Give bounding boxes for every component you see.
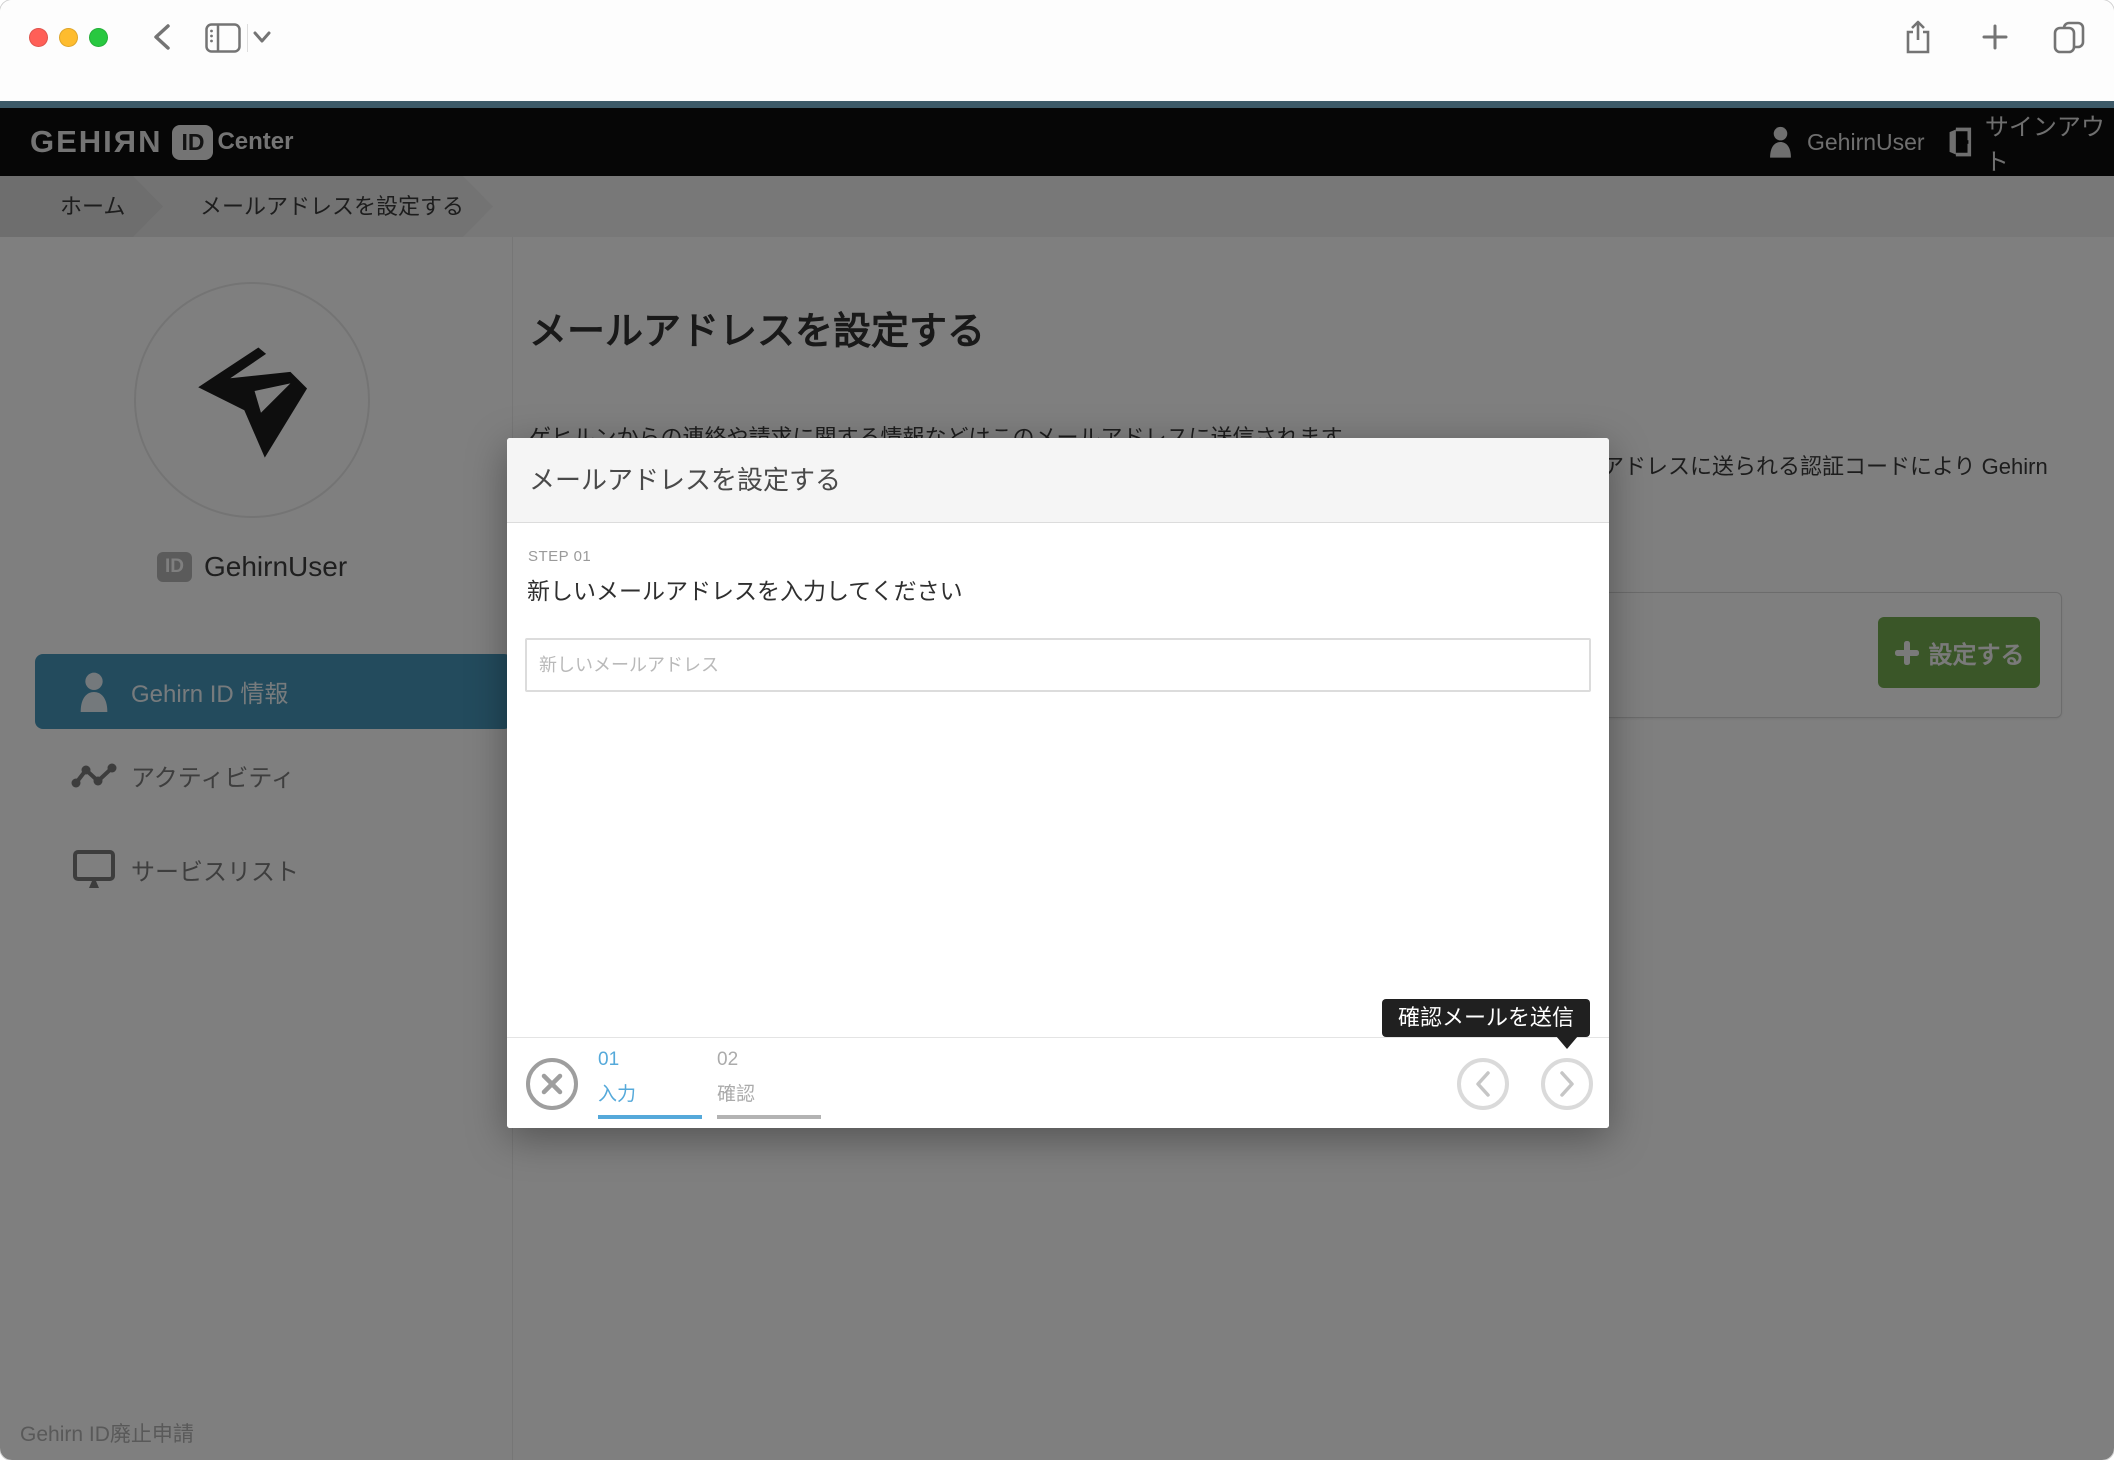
toolbar-divider bbox=[247, 24, 248, 52]
chevron-right-icon bbox=[1556, 1070, 1578, 1098]
step-indicator-label: STEP 01 bbox=[528, 548, 591, 565]
wizard-step-1[interactable]: 01 入力 bbox=[598, 1049, 702, 1119]
new-tab-icon[interactable] bbox=[1981, 23, 2009, 51]
tab-overview-icon[interactable] bbox=[2052, 20, 2086, 54]
browser-window: GEHIЯN ID Center GehirnUser サインアウト メールアド… bbox=[0, 0, 2114, 1460]
minimize-window-button[interactable] bbox=[59, 28, 78, 47]
chevron-down-icon[interactable] bbox=[252, 30, 272, 45]
wizard-step-label: 入力 bbox=[598, 1079, 702, 1106]
wizard-step-underline bbox=[717, 1115, 821, 1119]
wizard-step-2[interactable]: 02 確認 bbox=[717, 1049, 821, 1119]
modal-footer: 01 入力 02 確認 bbox=[507, 1037, 1609, 1128]
zoom-window-button[interactable] bbox=[89, 28, 108, 47]
new-email-input[interactable] bbox=[525, 638, 1591, 692]
modal-close-button[interactable] bbox=[526, 1058, 578, 1110]
previous-step-button[interactable] bbox=[1457, 1058, 1509, 1110]
send-confirmation-tooltip: 確認メールを送信 bbox=[1382, 999, 1590, 1037]
wizard-step-label: 確認 bbox=[717, 1079, 821, 1106]
share-icon[interactable] bbox=[1903, 19, 1933, 55]
close-window-button[interactable] bbox=[29, 28, 48, 47]
wizard-step-underline bbox=[598, 1115, 702, 1119]
browser-theme-strip bbox=[0, 101, 2114, 108]
wizard-step-number: 02 bbox=[717, 1049, 821, 1071]
back-icon[interactable] bbox=[150, 22, 176, 52]
modal-heading: 新しいメールアドレスを入力してください bbox=[527, 572, 963, 606]
next-step-button[interactable] bbox=[1541, 1058, 1593, 1110]
tooltip-arrow bbox=[1556, 1036, 1578, 1049]
modal-title: メールアドレスを設定する bbox=[529, 438, 841, 523]
close-icon bbox=[540, 1072, 564, 1096]
browser-toolbar bbox=[0, 0, 2114, 101]
wizard-step-number: 01 bbox=[598, 1049, 702, 1071]
modal-header: メールアドレスを設定する bbox=[507, 438, 1609, 523]
chevron-left-icon bbox=[1472, 1070, 1494, 1098]
sidebar-toggle-icon[interactable] bbox=[205, 23, 241, 53]
